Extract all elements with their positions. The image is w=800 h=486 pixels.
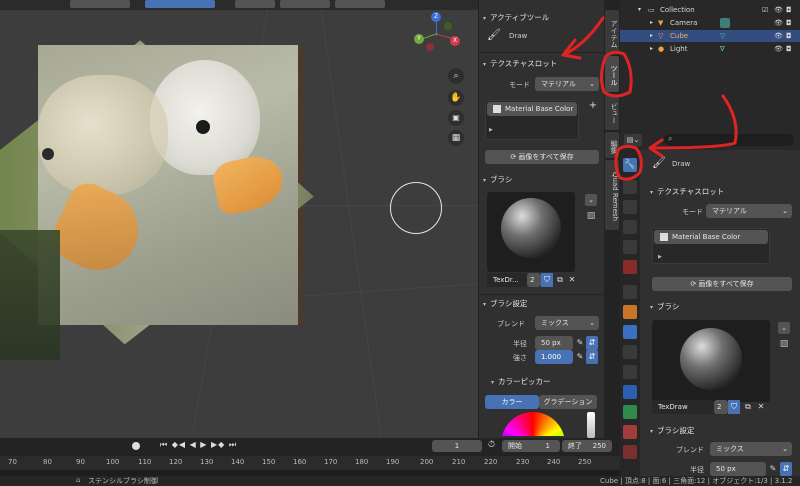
red-annotation-arrows [561,16,738,181]
arrow-to-tool-icon [648,94,738,158]
circle-around-tool-tab [599,50,633,98]
circle-around-tool-icon [614,144,643,181]
arrow-to-tool-tab [561,16,605,60]
